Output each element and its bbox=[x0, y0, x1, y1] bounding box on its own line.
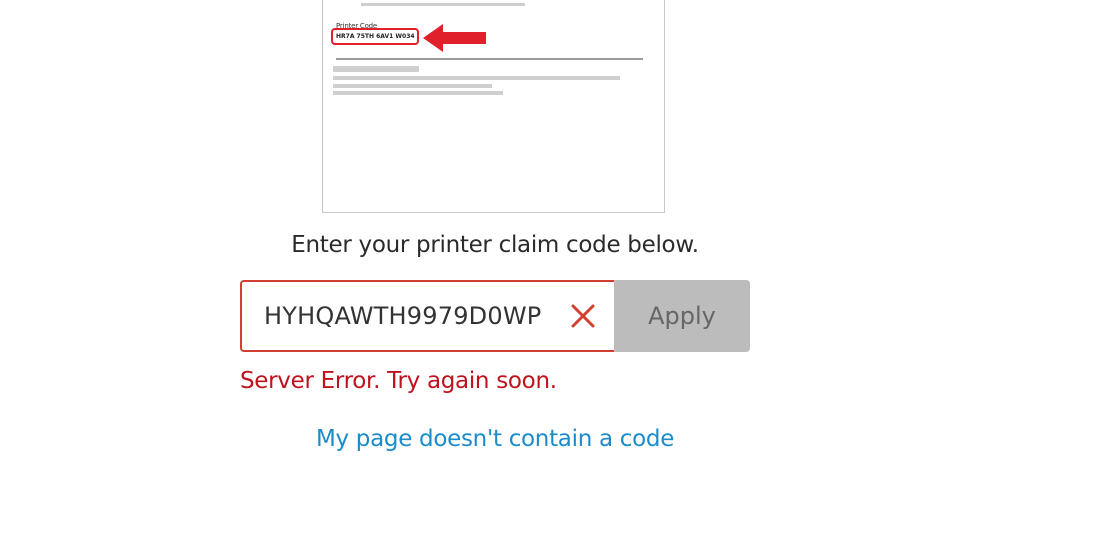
illustration-text-line bbox=[333, 91, 503, 95]
red-arrow-icon bbox=[423, 24, 486, 52]
illustration-text-line bbox=[333, 66, 419, 72]
illustration-divider bbox=[336, 58, 643, 60]
illustration-text-line bbox=[361, 3, 525, 6]
illustration-text-line bbox=[333, 76, 620, 80]
instruction-text: Enter your printer claim code below. bbox=[291, 232, 699, 258]
close-x-icon[interactable] bbox=[570, 303, 596, 329]
no-code-link[interactable]: My page doesn't contain a code bbox=[240, 426, 750, 452]
apply-button[interactable]: Apply bbox=[614, 280, 750, 352]
claim-code-form: Apply bbox=[240, 280, 750, 352]
illustration-text-line bbox=[333, 84, 492, 88]
claim-code-input[interactable] bbox=[264, 282, 554, 350]
claim-code-page: Printer Code HR7A 75TH 6AV1 W034 Enter y… bbox=[0, 0, 1120, 535]
illustration-code-highlight: HR7A 75TH 6AV1 W034 bbox=[331, 28, 419, 45]
error-message: Server Error. Try again soon. bbox=[240, 368, 557, 394]
printer-info-page-illustration: Printer Code HR7A 75TH 6AV1 W034 bbox=[322, 0, 665, 213]
claim-code-field bbox=[240, 280, 614, 352]
